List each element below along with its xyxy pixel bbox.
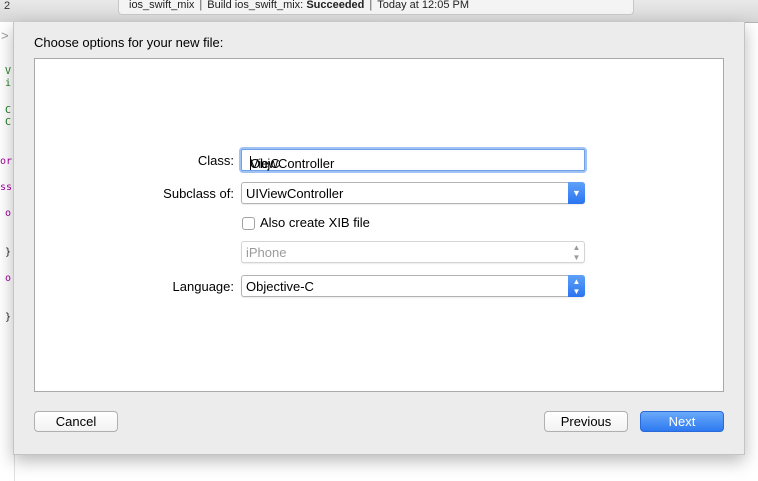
- activity-separator: |: [199, 0, 203, 11]
- language-label: Language:: [172, 279, 234, 294]
- cancel-button[interactable]: Cancel: [34, 411, 118, 432]
- chevron-down-icon[interactable]: ▼: [568, 182, 585, 204]
- language-popup[interactable]: Objective-C ▲ ▼: [241, 275, 585, 297]
- sheet-title: Choose options for your new file:: [34, 35, 224, 50]
- window-toolbar: 2 ios_swift_mix | Build ios_swift_mix: Suc…: [0, 0, 758, 23]
- device-value: iPhone: [246, 245, 287, 260]
- subclass-value: UIViewController: [246, 186, 344, 201]
- language-value: Objective-C: [246, 279, 314, 294]
- activity-separator: |: [369, 0, 373, 11]
- code-line: }: [5, 312, 12, 323]
- activity-project: ios_swift_mix: [129, 0, 195, 11]
- class-name-field[interactable]: ObjC ViewController: [241, 149, 585, 171]
- class-name-text-after-caret: ViewController: [250, 156, 335, 171]
- previous-button[interactable]: Previous: [544, 411, 628, 432]
- updown-arrows-icon[interactable]: ▲ ▼: [568, 275, 585, 297]
- new-file-sheet: Choose options for your new file: Class:…: [13, 22, 745, 455]
- options-panel: Class: ObjC ViewController Subclass of: U…: [34, 58, 724, 392]
- code-line: C: [5, 117, 12, 128]
- code-line: V: [5, 66, 12, 77]
- code-line: }: [5, 247, 12, 258]
- activity-time: Today at 12:05 PM: [377, 0, 469, 11]
- activity-viewer: ios_swift_mix | Build ios_swift_mix: Succe…: [118, 0, 634, 15]
- code-line: o: [5, 208, 12, 219]
- code-line: or: [0, 156, 13, 167]
- xib-checkbox-label[interactable]: Also create XIB file: [260, 215, 370, 230]
- code-line: i: [5, 78, 12, 89]
- code-line: o: [5, 273, 12, 284]
- subclass-label: Subclass of:: [163, 186, 234, 201]
- device-popup: iPhone ▲ ▼: [241, 241, 585, 263]
- tab-number: 2: [4, 0, 11, 12]
- activity-build-prefix: Build ios_swift_mix:: [207, 0, 304, 11]
- xib-checkbox[interactable]: [242, 217, 255, 230]
- updown-arrows-icon: ▲ ▼: [572, 243, 581, 262]
- class-label: Class:: [197, 153, 234, 168]
- code-line: ss: [0, 182, 13, 193]
- subclass-combobox[interactable]: UIViewController ▼: [241, 182, 585, 204]
- chevron-right-icon[interactable]: >: [1, 28, 9, 43]
- next-button[interactable]: Next: [640, 411, 724, 432]
- activity-build-status: Succeeded: [306, 0, 365, 11]
- code-line: C: [5, 105, 12, 116]
